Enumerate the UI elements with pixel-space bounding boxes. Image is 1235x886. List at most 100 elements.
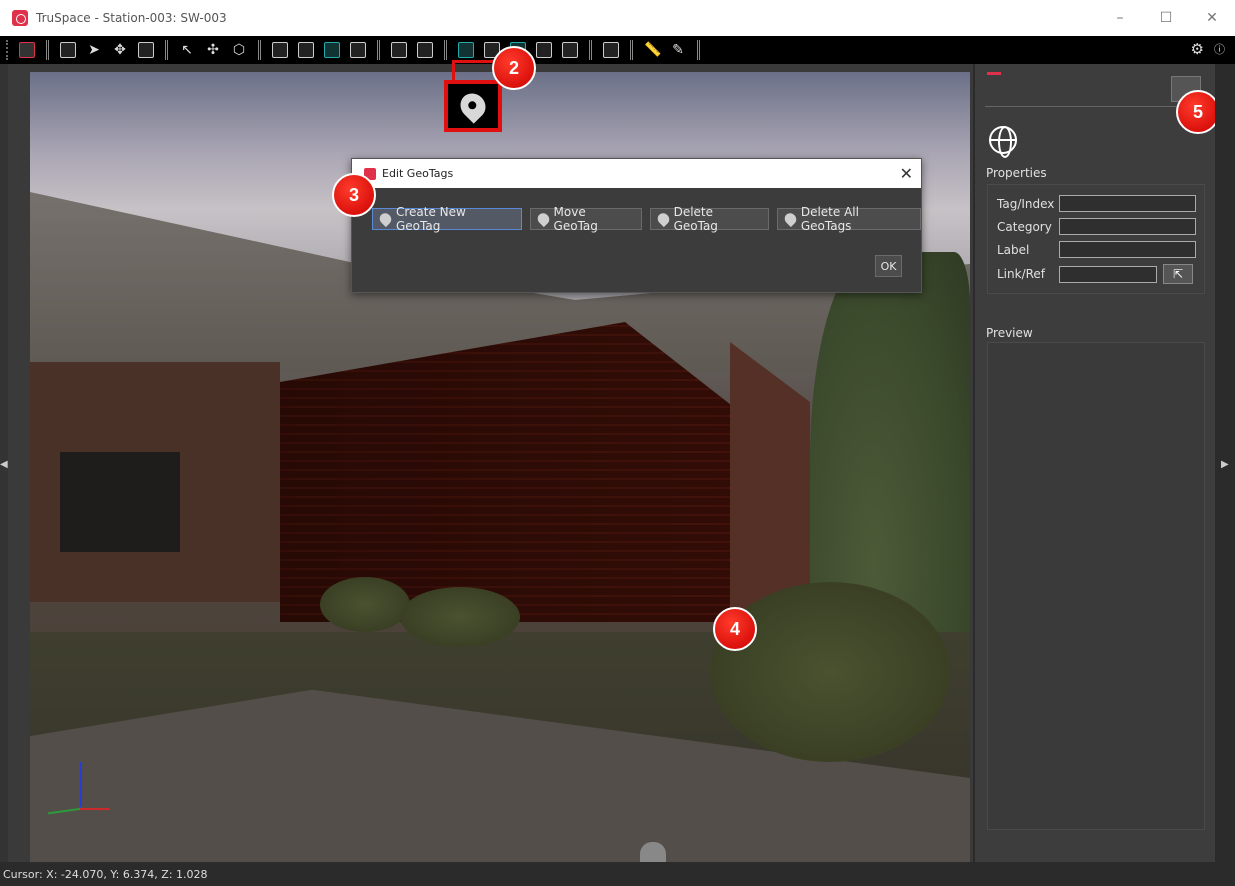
cube-icon: ⬡ xyxy=(232,42,246,58)
walk-mode-button[interactable] xyxy=(58,40,78,60)
box-select-button[interactable]: ⬡ xyxy=(229,40,249,60)
tag-index-field[interactable] xyxy=(1059,195,1196,212)
measure-button[interactable]: 📏 xyxy=(642,40,662,60)
transform-button[interactable]: ✣ xyxy=(203,40,223,60)
delete-geotag-label: Delete GeoTag xyxy=(673,205,718,233)
scene-brick-corner xyxy=(730,342,810,627)
toolbar-separator xyxy=(589,40,592,60)
external-link-icon: ⇱ xyxy=(1172,267,1184,281)
category-label: Category xyxy=(997,219,1052,234)
category-field[interactable] xyxy=(1059,218,1196,235)
dialog-button-row: Create New GeoTag Move GeoTag Delete Geo… xyxy=(372,205,921,233)
maximize-button[interactable]: ☐ xyxy=(1143,0,1189,36)
chevron-right-icon: ▶ xyxy=(1221,459,1229,470)
edit-geotags-button[interactable] xyxy=(415,40,435,60)
toolbar-separator xyxy=(165,40,168,60)
home-view-button[interactable] xyxy=(17,40,37,60)
toolbar-separator xyxy=(697,40,700,60)
move-geotag-button[interactable]: Move GeoTag xyxy=(529,205,642,233)
dialog-titlebar[interactable]: Edit GeoTags ✕ xyxy=(352,159,921,188)
globe-icon xyxy=(989,126,1017,158)
dialog-close-button[interactable]: ✕ xyxy=(900,164,913,183)
delete-all-geotags-label: Delete All GeoTags xyxy=(800,205,859,233)
overlay-button[interactable] xyxy=(560,40,580,60)
settings-gear-icon[interactable]: ⚙ xyxy=(1191,40,1204,58)
window-controls: – ☐ ✕ xyxy=(1097,0,1235,36)
properties-heading: Properties xyxy=(986,166,1047,180)
toolbar-separator xyxy=(46,40,49,60)
delete-geotag-button[interactable]: Delete GeoTag xyxy=(649,205,769,233)
info-icon[interactable]: ⓘ xyxy=(1214,41,1225,57)
scene-window xyxy=(60,452,180,552)
geotag-button[interactable] xyxy=(389,40,409,60)
fit-view-icon xyxy=(138,42,154,58)
geotag-delete-icon xyxy=(654,210,672,228)
open-link-button[interactable]: ⇱ xyxy=(1163,264,1193,284)
label-row: Label xyxy=(997,241,1196,258)
pan-button[interactable]: ✥ xyxy=(110,40,130,60)
title-bar: TruSpace - Station-003: SW-003 – ☐ ✕ xyxy=(0,0,1235,36)
close-button[interactable]: ✕ xyxy=(1189,0,1235,36)
main-toolbar: ➤ ✥ ↖ ✣ ⬡ 📏 ✎ ⚙ ⓘ xyxy=(0,36,1235,64)
scene-shrub xyxy=(320,577,410,632)
points-icon xyxy=(324,42,340,58)
target-button[interactable] xyxy=(296,40,316,60)
label-label: Label xyxy=(997,242,1030,257)
category-row: Category xyxy=(997,218,1196,235)
annotate-button[interactable]: ✎ xyxy=(668,40,688,60)
geotag-edit-icon xyxy=(417,42,433,58)
toolbar-grip[interactable] xyxy=(6,40,10,60)
station-button[interactable] xyxy=(270,40,290,60)
delete-all-geotags-button[interactable]: Delete All GeoTags xyxy=(776,205,921,233)
ruler-icon: 📏 xyxy=(644,42,662,58)
app-logo-icon xyxy=(12,10,28,26)
move-cross-icon: ✥ xyxy=(114,42,126,58)
ok-button[interactable]: OK xyxy=(875,255,902,277)
select-button[interactable]: ↖ xyxy=(177,40,197,60)
status-bar: Cursor: X: -24.070, Y: 6.374, Z: 1.028 xyxy=(0,862,1235,886)
scene-hydrant xyxy=(640,842,666,862)
window-title: TruSpace - Station-003: SW-003 xyxy=(36,11,227,25)
cursor-icon: ↖ xyxy=(181,42,193,58)
fit-view-button[interactable] xyxy=(136,40,156,60)
annotate-icon: ✎ xyxy=(672,42,684,58)
zoomed-edit-geotag-icon xyxy=(444,80,502,132)
callout-3: 3 xyxy=(332,173,376,217)
link-ref-label: Link/Ref xyxy=(997,267,1046,281)
photo-button[interactable] xyxy=(534,40,554,60)
axis-gizmo xyxy=(40,762,110,822)
person-icon xyxy=(60,42,76,58)
edit-geotags-dialog: Edit GeoTags ✕ Create New GeoTag Move Ge… xyxy=(351,158,922,293)
navigate-button[interactable]: ➤ xyxy=(84,40,104,60)
move-geotag-label: Move GeoTag xyxy=(553,205,598,233)
geotag-create-icon xyxy=(377,210,394,228)
panel-indicator xyxy=(987,72,1001,75)
tag-index-row: Tag/Index xyxy=(997,195,1196,212)
image-icon xyxy=(350,42,366,58)
toolbar-right: ⚙ ⓘ xyxy=(1191,40,1225,58)
geotag-pin-icon xyxy=(391,42,407,58)
minimize-button[interactable]: – xyxy=(1097,0,1143,36)
right-collapse-strip[interactable]: ▶ xyxy=(1215,64,1235,862)
points-button[interactable] xyxy=(322,40,342,60)
left-collapse-strip[interactable]: ◀ xyxy=(0,64,8,862)
home-view-icon xyxy=(19,42,35,58)
overlay-icon xyxy=(562,42,578,58)
geotag-edit-icon xyxy=(455,88,491,124)
z-axis xyxy=(80,762,82,810)
toolbar-separator xyxy=(444,40,447,60)
image-button[interactable] xyxy=(348,40,368,60)
create-new-geotag-button[interactable]: Create New GeoTag xyxy=(372,205,522,233)
label-field[interactable] xyxy=(1059,241,1196,258)
link-ref-field[interactable] xyxy=(1059,265,1157,283)
create-new-geotag-label: Create New GeoTag xyxy=(395,205,466,233)
layer-button[interactable] xyxy=(456,40,476,60)
gallery-button[interactable] xyxy=(601,40,621,60)
callout-4: 4 xyxy=(713,607,757,651)
properties-panel: Properties Tag/Index Category Label Link… xyxy=(975,64,1215,862)
station-icon xyxy=(272,42,288,58)
chevron-left-icon: ◀ xyxy=(0,459,8,470)
link-ref-row: Link/Ref ⇱ xyxy=(997,264,1193,284)
geotag-move-icon xyxy=(534,210,552,228)
transform-icon: ✣ xyxy=(207,42,219,58)
